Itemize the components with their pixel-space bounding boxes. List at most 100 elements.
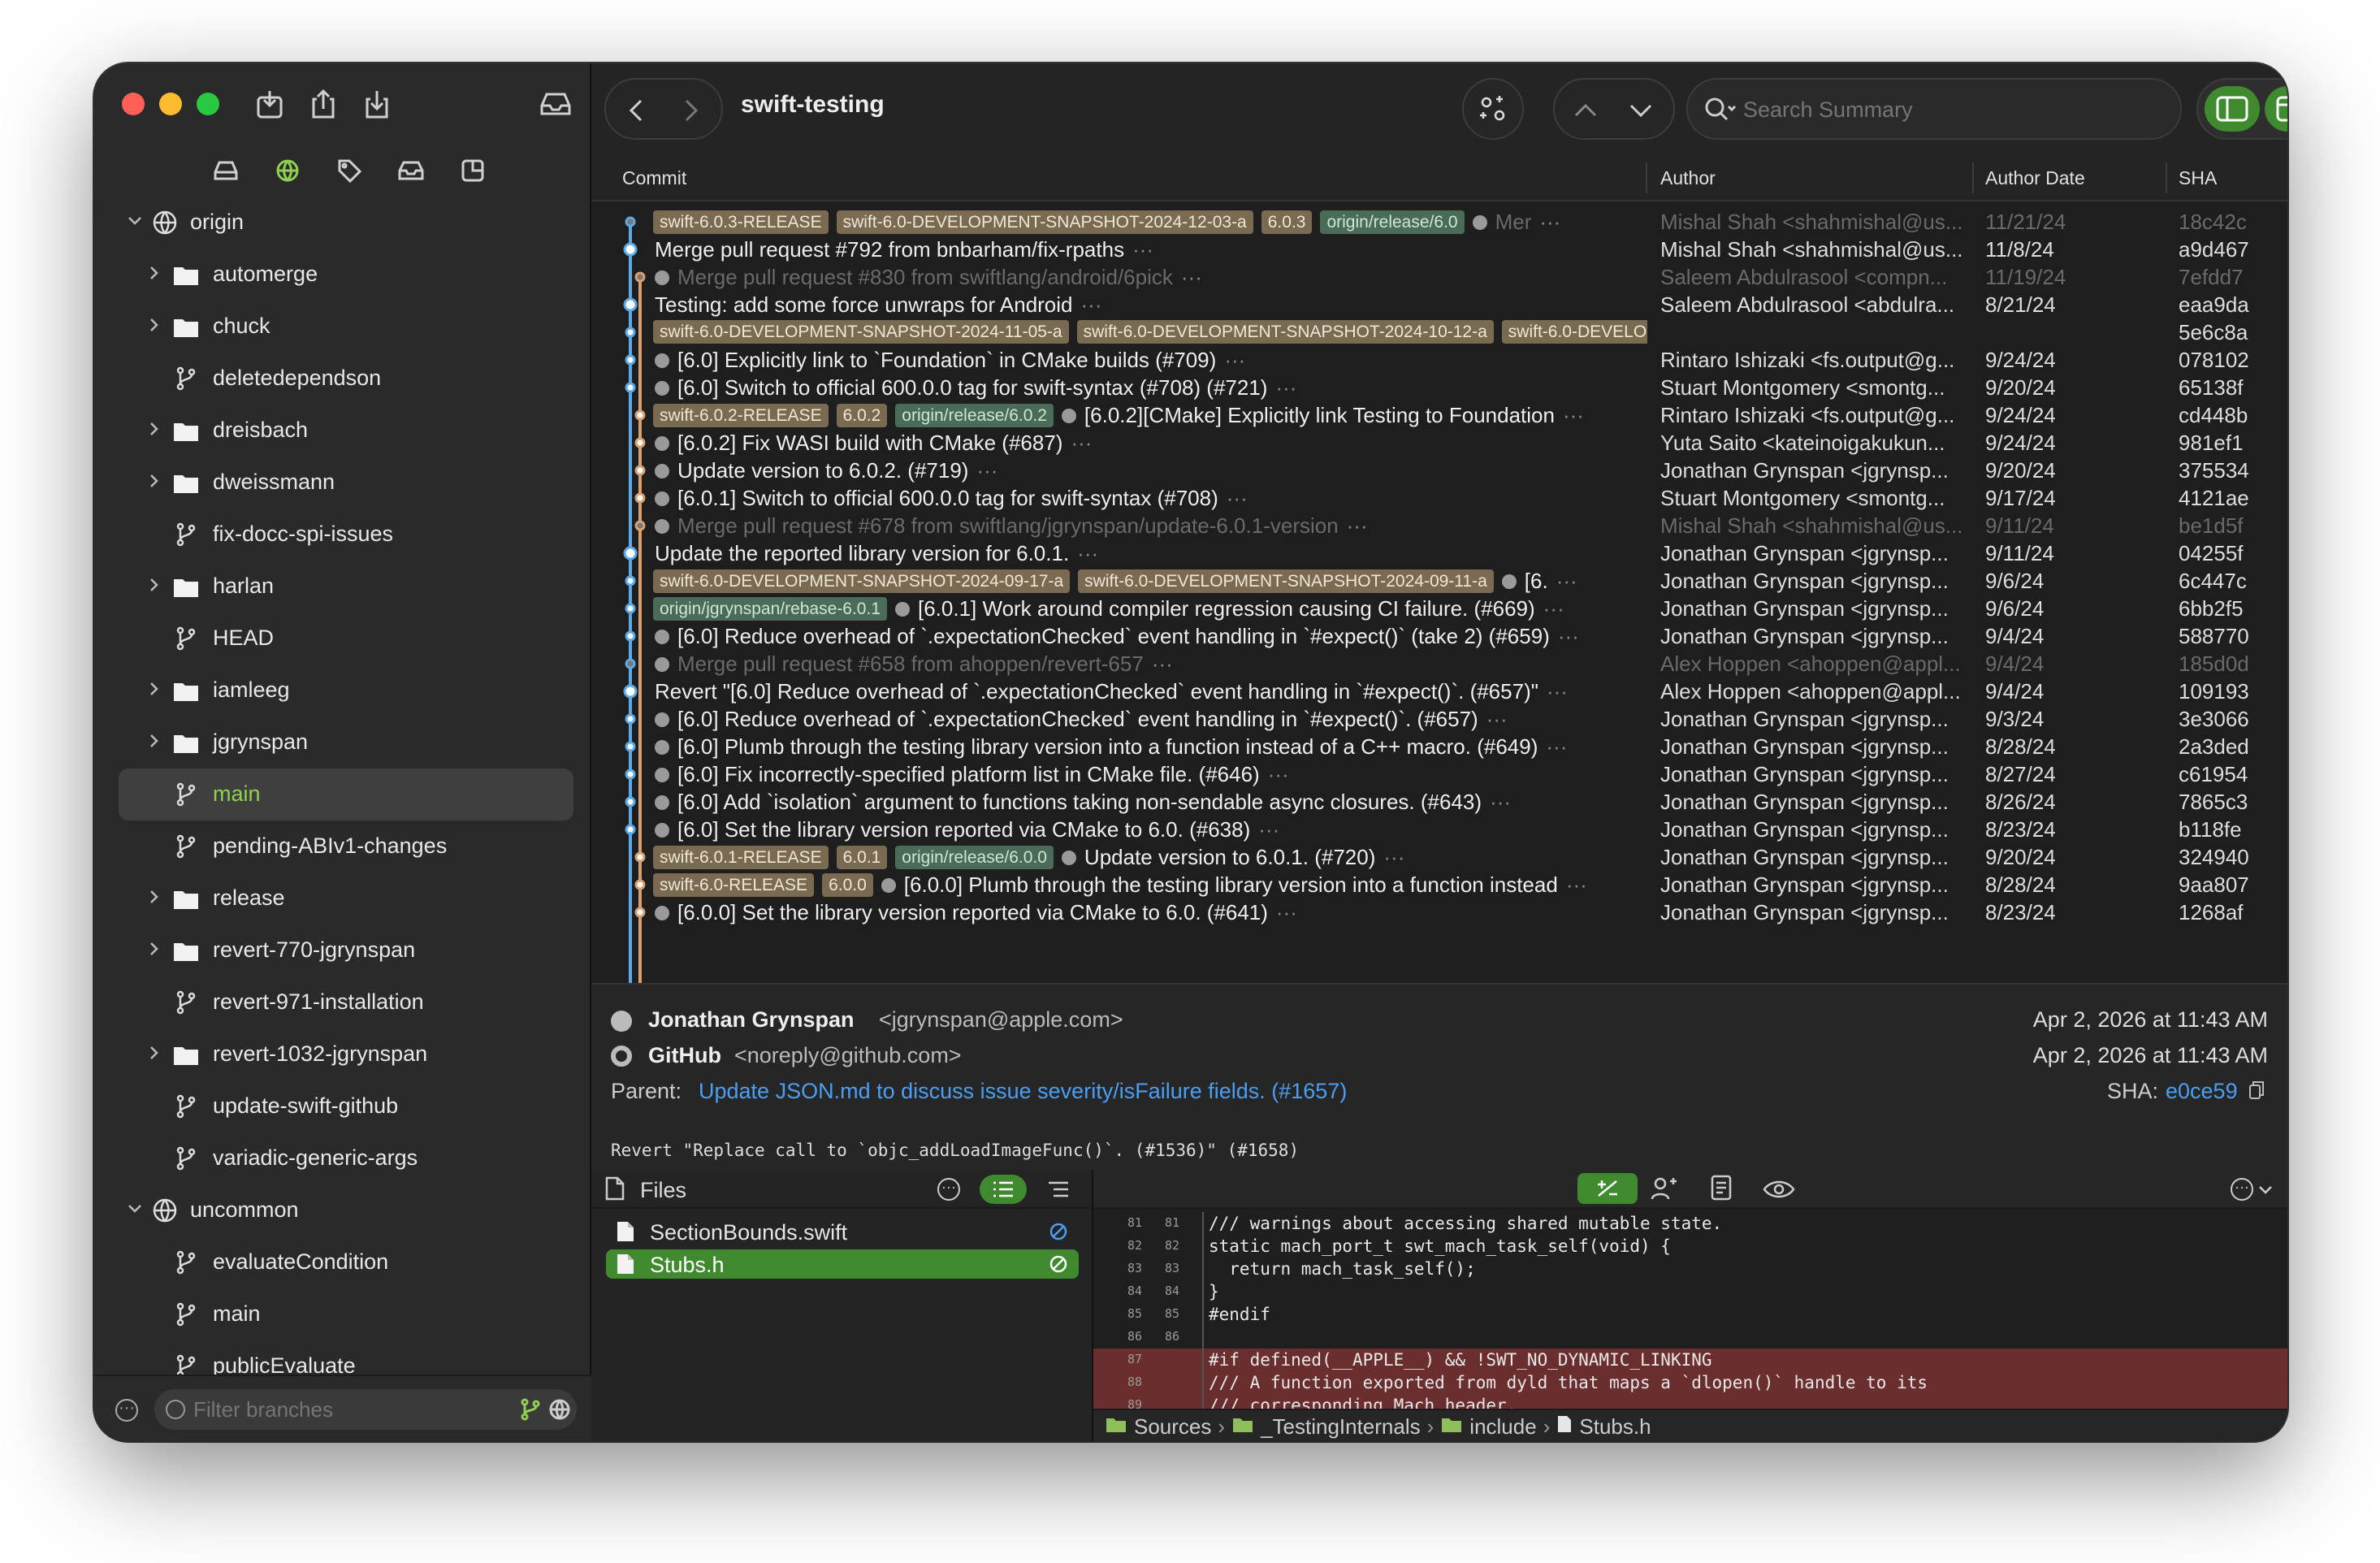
- chevron-right-icon[interactable]: [146, 421, 162, 437]
- context-line[interactable]: 82 82 static mach_port_t swt_mach_task_sel…: [1093, 1235, 2287, 1258]
- commit-row[interactable]: [6.0] Switch to official 600.0.0 tag for…: [591, 374, 2287, 401]
- context-line[interactable]: 84 84}: [1093, 1280, 2287, 1303]
- sha-link[interactable]: e0ce59: [2166, 1079, 2238, 1104]
- commit-row[interactable]: Merge pull request #678 from swiftlang/j…: [591, 512, 2287, 539]
- sidebar-item-uncommon[interactable]: uncommon: [119, 1184, 573, 1236]
- copy-icon[interactable]: [2248, 1080, 2265, 1100]
- commit-row[interactable]: swift-6.0.2-RELEASE 6.0.2 origin/release/6…: [591, 401, 2287, 429]
- sidebar-item-main[interactable]: main: [119, 769, 573, 820]
- tag-badge[interactable]: swift-6.0-DEVELOPMENT-SNAPSHOT-2024-09-1…: [1078, 569, 1494, 593]
- tag-badge[interactable]: swift-6.0-RELEASE: [653, 873, 815, 897]
- file-list-item[interactable]: SectionBounds.swift: [606, 1217, 1079, 1246]
- forward-button[interactable]: [674, 94, 707, 127]
- context-line[interactable]: 85 85 #endif: [1093, 1303, 2287, 1326]
- zoom-window-button[interactable]: [197, 93, 219, 115]
- sidebar-item-harlan[interactable]: harlan: [119, 561, 573, 613]
- sidebar-item-variadic-generic-args[interactable]: variadic-generic-args: [119, 1132, 573, 1184]
- chevron-right-icon[interactable]: [146, 577, 162, 593]
- commit-row[interactable]: [6.0.0] Set the library version reported…: [591, 898, 2287, 926]
- tag-badge[interactable]: swift-6.0-DEVELOPMENT-SNAPSHOT-2024-10-0…: [1501, 320, 1647, 344]
- tag-badge[interactable]: swift-6.0.1-RELEASE: [653, 846, 829, 869]
- context-line[interactable]: 86 86: [1093, 1326, 2287, 1349]
- sidebar-item-jgrynspan[interactable]: jgrynspan: [119, 717, 573, 769]
- diff-options-button[interactable]: ···: [2231, 1178, 2274, 1201]
- sidebar-item-pending-abiv1-changes[interactable]: pending-ABIv1-changes: [119, 820, 573, 872]
- commit-row[interactable]: origin/jgrynspan/rebase-6.0.1 [6.0.1] Wor…: [591, 595, 2287, 622]
- commit-row[interactable]: [6.0.2] Fix WASI build with CMake (#687)…: [591, 429, 2287, 457]
- commit-row[interactable]: [6.0] Add `isolation` argument to functi…: [591, 788, 2287, 816]
- tag-badge[interactable]: swift-6.0-DEVELOPMENT-SNAPSHOT-2024-10-1…: [1076, 320, 1494, 344]
- sidebar-item-dweissmann[interactable]: dweissmann: [119, 457, 573, 509]
- deleted-line[interactable]: 88 /// A function exported from dyld that…: [1093, 1371, 2287, 1394]
- commit-row[interactable]: Update version to 6.0.2. (#719) ··· Jonath…: [591, 457, 2287, 484]
- list-view-button[interactable]: [980, 1175, 1027, 1204]
- commit-row[interactable]: swift-6.0.1-RELEASE 6.0.1 origin/release/6…: [591, 843, 2287, 871]
- commit-row[interactable]: Testing: add some force unwraps for Andr…: [591, 291, 2287, 318]
- column-divider[interactable]: [2166, 162, 2167, 193]
- preview-button[interactable]: [1763, 1178, 1795, 1201]
- sidebar-item-chuck[interactable]: chuck: [119, 301, 573, 353]
- filter-branches-field[interactable]: [154, 1389, 577, 1430]
- tag-badge[interactable]: swift-6.0-DEVELOPMENT-SNAPSHOT-2024-11-0…: [653, 320, 1069, 344]
- sidebar-item-update-swift-github[interactable]: update-swift-github: [119, 1080, 573, 1132]
- tree-view-button[interactable]: [1035, 1175, 1082, 1204]
- file-list-item[interactable]: Stubs.h: [606, 1249, 1079, 1279]
- filter-branches-input[interactable]: [193, 1396, 502, 1423]
- commit-row[interactable]: [6.0] Plumb through the testing library …: [591, 733, 2287, 760]
- push-icon[interactable]: [307, 86, 340, 122]
- stashes-tab-icon[interactable]: [395, 154, 427, 187]
- commit-row[interactable]: Merge pull request #792 from bnbarham/fi…: [591, 236, 2287, 263]
- sha-column-header[interactable]: SHA: [2179, 167, 2217, 189]
- remote-filter-icon[interactable]: [547, 1397, 572, 1422]
- sidebar-item-revert-770-jgrynspan[interactable]: revert-770-jgrynspan: [119, 924, 573, 976]
- minimize-window-button[interactable]: [159, 93, 182, 115]
- commit-row[interactable]: swift-6.0-DEVELOPMENT-SNAPSHOT-2024-11-0…: [591, 318, 2287, 346]
- tag-badge[interactable]: 6.0.3: [1261, 210, 1313, 234]
- tag-badge[interactable]: 6.0.0: [822, 873, 873, 897]
- sidebar-item-iamleeg[interactable]: iamleeg: [119, 665, 573, 717]
- chevron-right-icon[interactable]: [146, 265, 162, 281]
- sidebar-item-origin[interactable]: origin: [119, 197, 573, 249]
- sidebar-item-deletedependson[interactable]: deletedependson: [119, 353, 573, 405]
- date-column-header[interactable]: Author Date: [1985, 167, 2085, 189]
- next-commit-button[interactable]: [1625, 94, 1657, 127]
- sidebar-item-evaluatecondition[interactable]: evaluateCondition: [119, 1236, 573, 1288]
- column-divider[interactable]: [1972, 162, 1974, 193]
- commit-row[interactable]: swift-6.0-RELEASE 6.0.0 [6.0.0] Plumb thro…: [591, 871, 2287, 898]
- blame-button[interactable]: [1651, 1176, 1678, 1202]
- commit-column-header[interactable]: Commit: [622, 167, 686, 189]
- tag-badge[interactable]: swift-6.0-DEVELOPMENT-SNAPSHOT-2024-09-1…: [653, 569, 1071, 593]
- commit-row[interactable]: Update the reported library version for …: [591, 539, 2287, 567]
- sidebar-item-main[interactable]: main: [119, 1288, 573, 1340]
- commit-row[interactable]: swift-6.0-DEVELOPMENT-SNAPSHOT-2024-09-1…: [591, 567, 2287, 595]
- remotes-tab-icon[interactable]: [271, 154, 304, 187]
- breadcrumb-item[interactable]: include: [1469, 1414, 1536, 1440]
- commit-row[interactable]: swift-6.0.3-RELEASE swift-6.0-DEVELOPMENT…: [591, 208, 2287, 236]
- pull-icon[interactable]: [361, 86, 393, 122]
- commit-row[interactable]: [6.0] Explicitly link to `Foundation` in…: [591, 346, 2287, 374]
- branch-filter-icon[interactable]: [518, 1397, 543, 1422]
- tag-badge[interactable]: 6.0.2: [836, 404, 888, 427]
- chevron-right-icon[interactable]: [146, 473, 162, 489]
- chevron-down-icon[interactable]: [127, 1201, 143, 1217]
- commit-row[interactable]: Merge pull request #830 from swiftlang/a…: [591, 263, 2287, 291]
- tag-badge[interactable]: swift-6.0.2-RELEASE: [653, 404, 829, 427]
- commit-row[interactable]: [6.0.1] Switch to official 600.0.0 tag f…: [591, 484, 2287, 512]
- stash-icon[interactable]: [538, 88, 573, 120]
- column-divider[interactable]: [1646, 162, 1647, 193]
- file-view-button[interactable]: [1711, 1175, 1735, 1204]
- chevron-right-icon[interactable]: [146, 681, 162, 697]
- sidebar-item-head[interactable]: HEAD: [119, 613, 573, 665]
- deleted-line[interactable]: 89 /// corresponding Mach header.: [1093, 1394, 2287, 1409]
- close-window-button[interactable]: [122, 93, 145, 115]
- sidebar-item-automerge[interactable]: automerge: [119, 249, 573, 301]
- commit-row[interactable]: [6.0] Fix incorrectly-specified platform…: [591, 760, 2287, 788]
- back-button[interactable]: [621, 94, 653, 127]
- deleted-line[interactable]: 87 #if defined(__APPLE__) && !SWT_NO_DYNA…: [1093, 1349, 2287, 1371]
- fetch-icon[interactable]: [253, 86, 286, 122]
- tags-tab-icon[interactable]: [333, 154, 366, 187]
- toggle-detail-button[interactable]: [2265, 86, 2287, 132]
- breadcrumb-item[interactable]: _TestingInternals: [1261, 1414, 1421, 1440]
- tag-badge[interactable]: swift-6.0.3-RELEASE: [653, 210, 829, 234]
- chevron-right-icon[interactable]: [146, 317, 162, 333]
